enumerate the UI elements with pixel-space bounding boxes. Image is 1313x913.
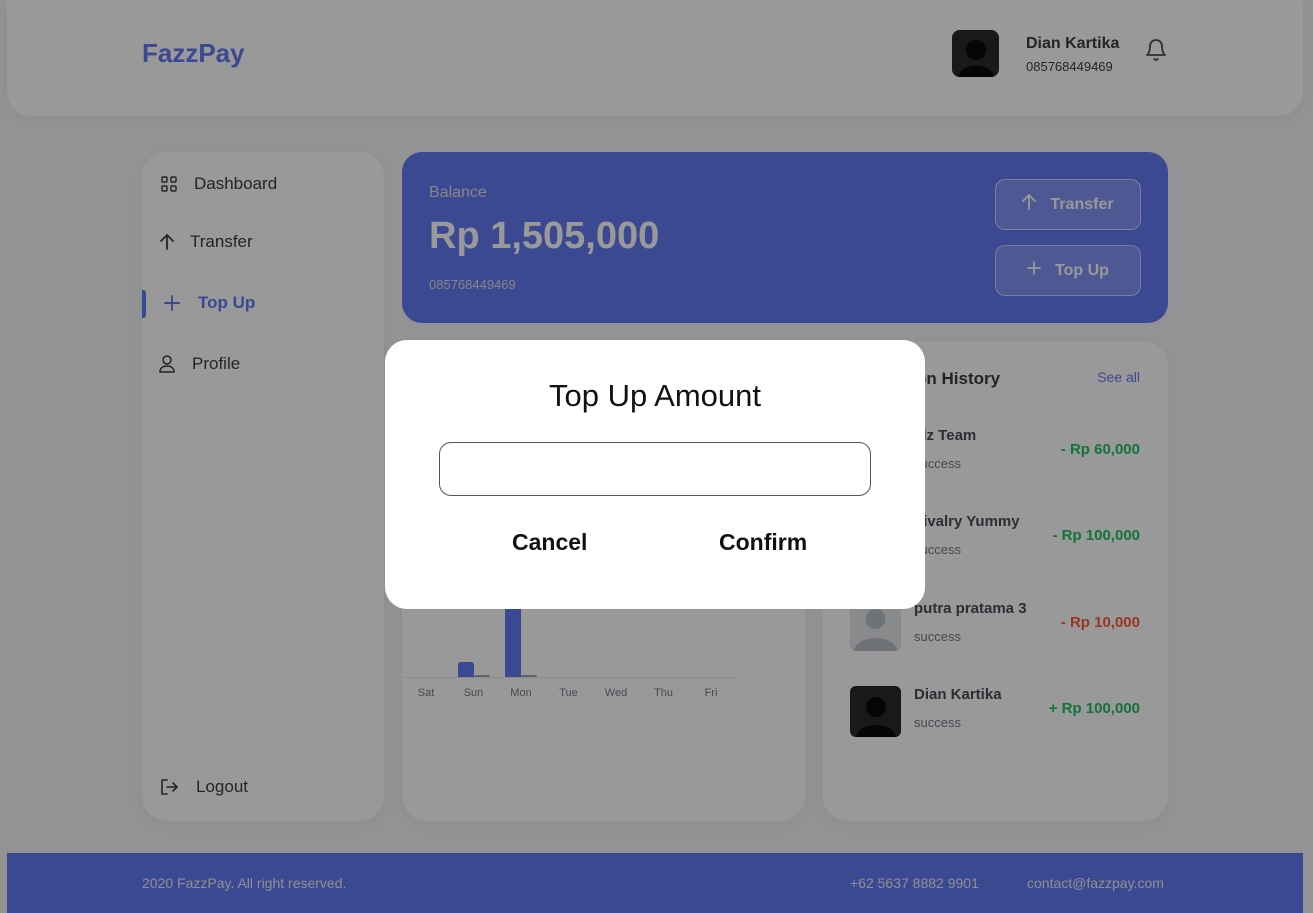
top-up-modal: Top Up Amount Cancel Confirm — [385, 340, 925, 609]
cancel-button[interactable]: Cancel — [512, 529, 587, 556]
modal-title: Top Up Amount — [549, 378, 761, 413]
confirm-button[interactable]: Confirm — [719, 529, 807, 556]
top-up-amount-input[interactable] — [439, 442, 871, 496]
